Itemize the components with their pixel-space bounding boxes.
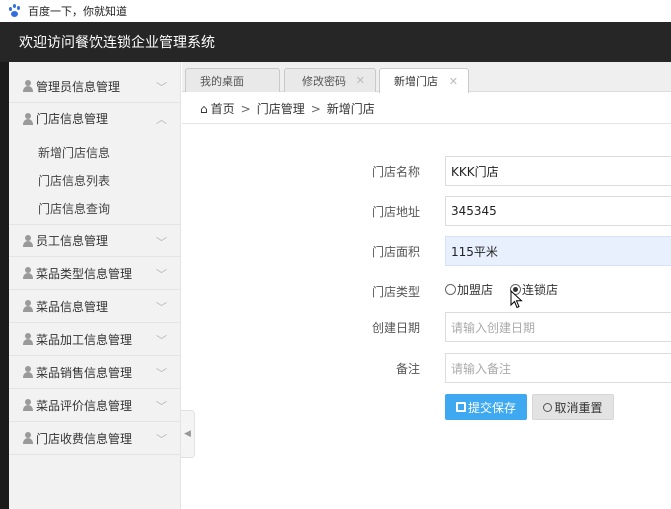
- chevron-down-icon: ﹀: [156, 81, 167, 94]
- sidebar-item-store[interactable]: 门店信息管理 ︿: [9, 102, 181, 135]
- sidebar-item-label: 管理员信息管理: [36, 79, 121, 94]
- radio-label: 连锁店: [522, 283, 559, 297]
- cancel-reset-button[interactable]: 取消重置: [532, 394, 614, 420]
- store-address-label: 门店地址: [371, 205, 420, 219]
- mouse-cursor-icon: [510, 290, 523, 309]
- store-name-label: 门店名称: [371, 165, 420, 179]
- sidebar-edge: [0, 62, 9, 509]
- breadcrumb-separator: >: [310, 101, 321, 116]
- radio-button[interactable]: [445, 284, 456, 295]
- breadcrumb: ⌂ 首页 > 门店管理 > 新增门店: [200, 100, 375, 117]
- tab-label: 新增门店: [394, 75, 438, 88]
- radio-label: 加盟店: [457, 283, 494, 297]
- store-type-franchise-option[interactable]: 加盟店: [445, 281, 493, 298]
- chevron-down-icon: ﹀: [156, 433, 167, 446]
- sidebar-subitem-store-list[interactable]: 门店信息列表: [38, 172, 110, 189]
- user-icon: [23, 80, 33, 92]
- tab-desktop[interactable]: 我的桌面: [185, 68, 280, 92]
- close-icon[interactable]: ✕: [356, 74, 365, 87]
- sidebar-item-label: 门店信息管理: [36, 112, 109, 126]
- app-header: 欢迎访问餐饮连锁企业管理系统: [0, 22, 671, 62]
- user-icon: [23, 399, 33, 411]
- create-date-label: 创建日期: [371, 321, 420, 335]
- tab-bar: 我的桌面 修改密码 ✕ 新增门店 ✕: [182, 62, 671, 93]
- sidebar-item-label: 门店收费信息管理: [36, 431, 133, 446]
- sidebar-item-dish-review[interactable]: 菜品评价信息管理 ﹀: [9, 389, 181, 422]
- browser-tab[interactable]: 百度一下，你就知道: [0, 0, 671, 22]
- user-icon: [23, 366, 33, 378]
- sidebar-item-store-fees[interactable]: 门店收费信息管理 ﹀: [9, 422, 181, 455]
- sidebar-item-label: 菜品销售信息管理: [36, 365, 133, 380]
- button-label: 提交保存: [467, 400, 516, 415]
- sidebar-item-label: 菜品评价信息管理: [36, 398, 133, 413]
- breadcrumb-home[interactable]: 首页: [211, 100, 235, 117]
- sidebar-subitem-store-query[interactable]: 门店信息查询: [38, 200, 110, 217]
- tab-label: 修改密码: [302, 74, 346, 88]
- chevron-down-icon: ﹀: [156, 367, 167, 380]
- store-address-input[interactable]: 345345: [445, 196, 671, 226]
- note-input[interactable]: 请输入备注: [445, 353, 671, 383]
- button-label: 取消重置: [554, 400, 603, 415]
- sidebar-item-staff[interactable]: 员工信息管理 ﹀: [9, 224, 181, 257]
- user-icon: [23, 300, 33, 312]
- tab-change-password[interactable]: 修改密码 ✕: [284, 68, 376, 92]
- sidebar-item-label: 菜品加工信息管理: [36, 332, 133, 347]
- submit-save-button[interactable]: 提交保存: [445, 394, 527, 420]
- chevron-down-icon: ﹀: [156, 400, 167, 413]
- user-icon: [23, 234, 33, 247]
- sidebar: 管理员信息管理 ﹀ 门店信息管理 ︿ 新增门店信息 门店信息列表 门店信息查询 …: [0, 62, 181, 509]
- sidebar-collapse-button[interactable]: ◀: [181, 410, 195, 458]
- sidebar-item-dish-type[interactable]: 菜品类型信息管理 ﹀: [9, 257, 181, 290]
- sidebar-item-label: 菜品信息管理: [36, 299, 109, 314]
- browser-tab-title: 百度一下，你就知道: [28, 5, 127, 18]
- divider: [182, 123, 671, 124]
- user-icon: [23, 267, 33, 279]
- sidebar-item-admin[interactable]: 管理员信息管理 ﹀: [9, 70, 181, 103]
- breadcrumb-separator: >: [240, 101, 251, 116]
- user-icon: [23, 112, 33, 125]
- baidu-paw-icon: [8, 4, 22, 18]
- home-icon: ⌂: [200, 101, 208, 116]
- store-type-label: 门店类型: [371, 285, 420, 299]
- caret-left-icon: ◀: [184, 429, 191, 439]
- breadcrumb-section[interactable]: 门店管理: [257, 100, 305, 117]
- tab-add-store[interactable]: 新增门店 ✕: [379, 68, 469, 93]
- sidebar-item-dish-sales[interactable]: 菜品销售信息管理 ﹀: [9, 356, 181, 389]
- store-area-label: 门店面积: [371, 245, 420, 259]
- save-icon: [455, 402, 466, 412]
- store-area-input[interactable]: 115平米: [445, 236, 671, 266]
- chevron-down-icon: ﹀: [156, 236, 167, 249]
- chevron-down-icon: ﹀: [156, 334, 167, 347]
- breadcrumb-current: 新增门店: [326, 102, 375, 116]
- tab-label: 我的桌面: [200, 74, 244, 88]
- sidebar-item-dish[interactable]: 菜品信息管理 ﹀: [9, 290, 181, 323]
- close-icon[interactable]: ✕: [449, 75, 458, 88]
- note-label: 备注: [395, 362, 420, 376]
- sidebar-item-dish-processing[interactable]: 菜品加工信息管理 ﹀: [9, 323, 181, 356]
- sidebar-item-label: 菜品类型信息管理: [36, 266, 133, 281]
- reset-icon: [543, 402, 553, 412]
- chevron-down-icon: ﹀: [156, 301, 167, 314]
- user-icon: [23, 333, 33, 345]
- sidebar-subitem-add-store[interactable]: 新增门店信息: [38, 144, 110, 161]
- chevron-up-icon: ︿: [156, 113, 167, 126]
- app-title: 欢迎访问餐饮连锁企业管理系统: [19, 35, 215, 51]
- store-name-input[interactable]: KKK门店: [445, 156, 671, 186]
- create-date-input[interactable]: 请输入创建日期: [445, 312, 671, 342]
- sidebar-item-label: 员工信息管理: [36, 234, 109, 248]
- user-icon: [23, 432, 33, 444]
- chevron-down-icon: ﹀: [156, 268, 167, 281]
